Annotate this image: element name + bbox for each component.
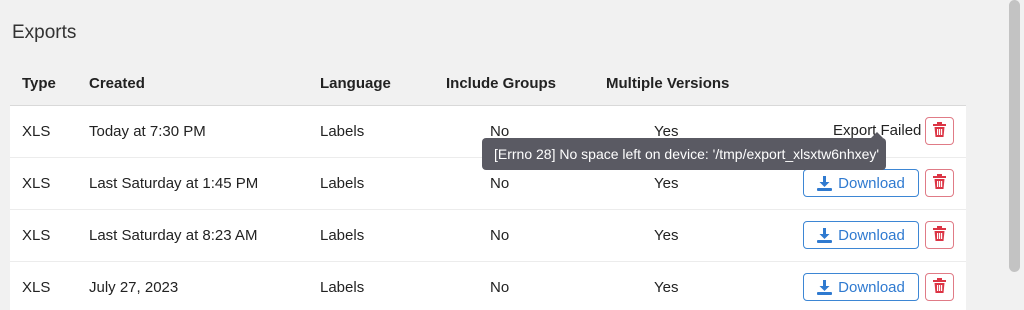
scrollbar-thumb[interactable] (1009, 0, 1020, 272)
exports-page: Exports Type Created Language Include Gr… (0, 0, 1024, 310)
header-created: Created (89, 75, 145, 92)
cell-created: July 27, 2023 (89, 279, 179, 296)
table-row: XLS Last Saturday at 8:23 AM Labels No Y… (10, 210, 966, 262)
download-icon (817, 279, 833, 295)
trash-icon (933, 174, 946, 192)
cell-created: Last Saturday at 1:45 PM (89, 175, 259, 192)
cell-language: Labels (320, 279, 365, 296)
cell-created: Today at 7:30 PM (89, 123, 206, 140)
error-tooltip: [Errno 28] No space left on device: '/tm… (482, 138, 886, 170)
cell-language: Labels (320, 123, 365, 140)
cell-type: XLS (22, 279, 51, 296)
cell-type: XLS (22, 123, 51, 140)
delete-button[interactable] (925, 117, 954, 145)
cell-language: Labels (320, 227, 365, 244)
cell-include-groups: No (490, 279, 510, 296)
trash-icon (933, 278, 946, 296)
trash-icon (933, 226, 946, 244)
cell-multiple-versions: Yes (654, 279, 679, 296)
download-label: Download (838, 278, 905, 296)
cell-type: XLS (22, 227, 51, 244)
header-include-groups: Include Groups (446, 75, 557, 92)
cell-language: Labels (320, 175, 365, 192)
exports-table: Type Created Language Include Groups Mul… (10, 60, 966, 310)
cell-type: XLS (22, 175, 51, 192)
download-button[interactable]: Download (803, 273, 919, 301)
header-type: Type (22, 75, 56, 92)
cell-multiple-versions: Yes (654, 227, 679, 244)
download-label: Download (838, 174, 905, 192)
download-icon (817, 175, 833, 191)
delete-button[interactable] (925, 273, 954, 301)
download-button[interactable]: Download (803, 169, 919, 197)
download-label: Download (838, 226, 905, 244)
download-icon (817, 227, 833, 243)
cell-include-groups: No (490, 227, 510, 244)
cell-created: Last Saturday at 8:23 AM (89, 227, 258, 244)
delete-button[interactable] (925, 221, 954, 249)
trash-icon (933, 122, 946, 140)
cell-include-groups: No (490, 175, 510, 192)
page-title: Exports (12, 22, 77, 43)
header-language: Language (320, 75, 391, 92)
download-button[interactable]: Download (803, 221, 919, 249)
delete-button[interactable] (925, 169, 954, 197)
cell-multiple-versions: Yes (654, 175, 679, 192)
table-row: XLS July 27, 2023 Labels No Yes Download (10, 262, 966, 310)
header-multiple-versions: Multiple Versions (606, 75, 730, 92)
table-header: Type Created Language Include Groups Mul… (10, 60, 966, 106)
